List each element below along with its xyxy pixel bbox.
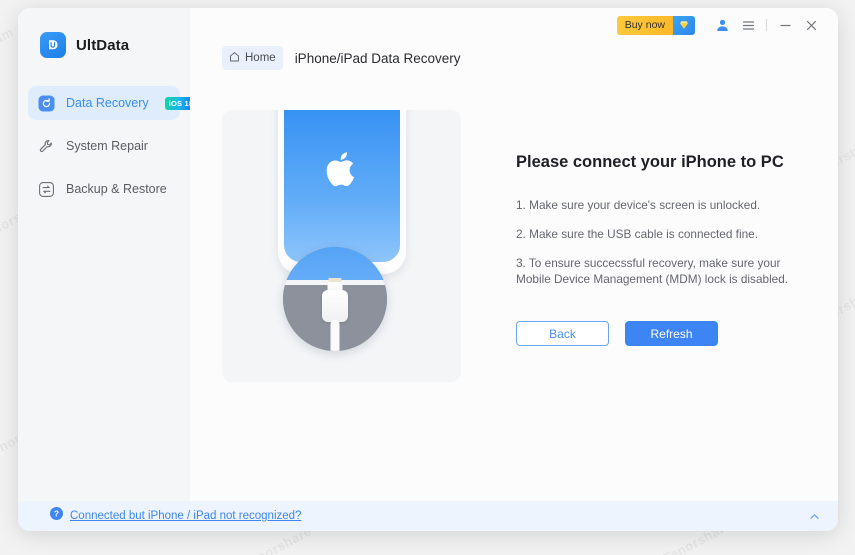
minimize-icon[interactable] xyxy=(772,12,798,38)
sidebar-nav: Data Recovery iOS 18 System Repair Backu… xyxy=(18,86,198,206)
sidebar-item-label: System Repair xyxy=(66,139,148,153)
titlebar-divider xyxy=(766,19,767,31)
window-body: UltData Data Recovery iOS 18 System Repa… xyxy=(18,8,838,501)
sidebar-item-label: Data Recovery xyxy=(66,96,149,110)
diamond-icon xyxy=(673,15,695,35)
magnified-screen-area xyxy=(283,247,387,280)
page-title: iPhone/iPad Data Recovery xyxy=(294,50,461,66)
breadcrumb: Home iPhone/iPad Data Recovery xyxy=(190,42,838,72)
footer-bar: ? Connected but iPhone / iPad not recogn… xyxy=(18,501,838,531)
restore-circle-icon xyxy=(38,95,55,112)
iphone-with-lightning-cable-illustration xyxy=(222,110,461,382)
instruction-step: 3. To ensure succecssful recovery, make … xyxy=(516,255,789,287)
brand-name: UltData xyxy=(76,36,130,54)
action-buttons: Back Refresh xyxy=(516,321,814,346)
device-not-recognized-link[interactable]: Connected but iPhone / iPad not recogniz… xyxy=(70,510,301,522)
phone-screen xyxy=(284,110,400,262)
instruction-step: 1. Make sure your device's screen is unl… xyxy=(516,198,761,212)
apple-logo-icon xyxy=(324,148,360,195)
lightning-connector-head xyxy=(322,290,348,322)
footer-help: ? Connected but iPhone / iPad not recogn… xyxy=(50,507,301,525)
titlebar: Buy now xyxy=(190,8,838,42)
refresh-button[interactable]: Refresh xyxy=(625,321,718,346)
sidebar-item-backup-restore[interactable]: Backup & Restore xyxy=(28,172,180,206)
magnifier-circle xyxy=(283,247,387,351)
chevron-up-icon[interactable] xyxy=(804,506,824,526)
instructions-panel: Please connect your iPhone to PC 1. Make… xyxy=(516,110,838,346)
app-window: UltData Data Recovery iOS 18 System Repa… xyxy=(18,8,838,531)
wrench-icon xyxy=(38,138,55,155)
instructions-title: Please connect your iPhone to PC xyxy=(516,153,784,171)
sidebar-item-system-repair[interactable]: System Repair xyxy=(28,129,180,163)
background-watermark: nam xyxy=(0,24,17,51)
main-area: Buy now Home iPhone/iPad Data Recovery P… xyxy=(190,8,838,501)
buy-now-button[interactable]: Buy now xyxy=(616,15,695,35)
svg-text:?: ? xyxy=(54,509,59,519)
lightning-cable xyxy=(330,320,340,351)
sidebar: UltData Data Recovery iOS 18 System Repa… xyxy=(18,8,198,501)
instruction-step: 2. Make sure the USB cable is connected … xyxy=(516,226,758,241)
hamburger-menu-icon[interactable] xyxy=(735,12,761,38)
user-account-icon[interactable] xyxy=(709,12,735,38)
sidebar-item-data-recovery[interactable]: Data Recovery iOS 18 xyxy=(28,86,198,120)
brand: UltData xyxy=(18,28,190,62)
home-icon xyxy=(229,49,240,67)
transfer-box-icon xyxy=(38,181,55,198)
buy-now-label: Buy now xyxy=(616,15,673,35)
ultdata-logo-icon xyxy=(40,32,66,58)
sidebar-item-label: Backup & Restore xyxy=(66,182,167,196)
breadcrumb-home-label: Home xyxy=(245,52,276,64)
question-mark-circle-icon: ? xyxy=(50,507,63,525)
back-button[interactable]: Back xyxy=(516,321,609,346)
close-icon[interactable] xyxy=(798,12,824,38)
content-area: Please connect your iPhone to PC 1. Make… xyxy=(190,72,838,501)
breadcrumb-home-button[interactable]: Home xyxy=(222,46,283,70)
